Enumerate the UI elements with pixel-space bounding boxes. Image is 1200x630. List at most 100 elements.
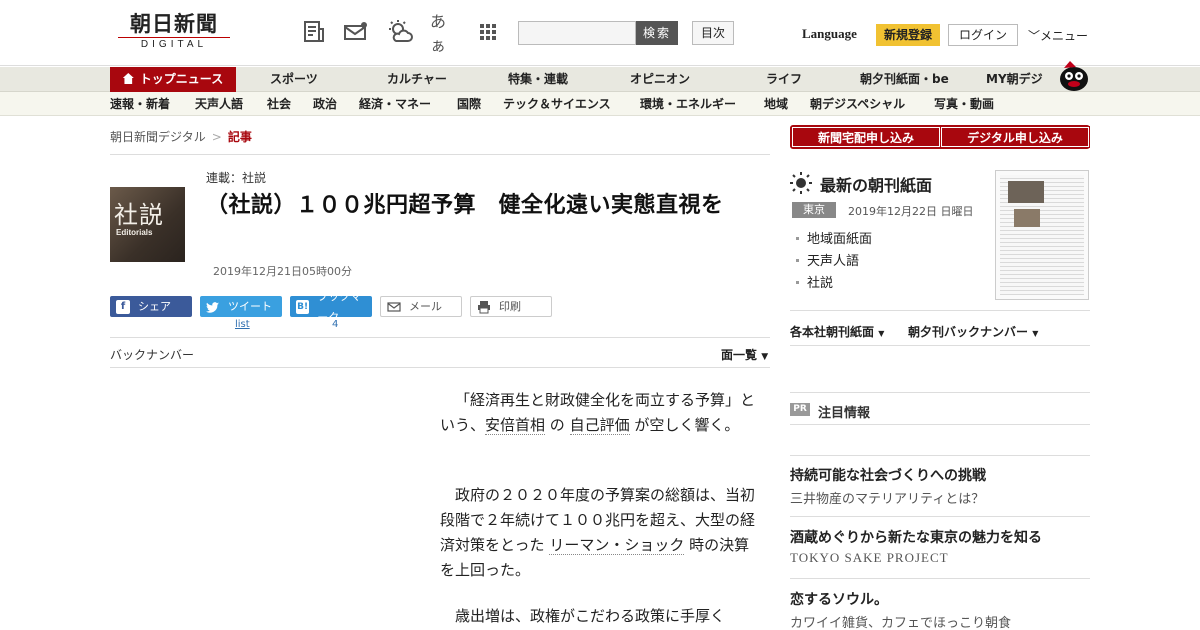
backnumber-dropdown-label: 朝夕刊バックナンバー bbox=[908, 325, 1029, 339]
mail-share-button[interactable]: メール bbox=[380, 296, 462, 317]
ad-title[interactable]: 酒蔵めぐりから新たな東京の魅力を知る bbox=[790, 527, 1042, 547]
ad-title[interactable]: 持続可能な社会づくりへの挑戦 bbox=[790, 465, 986, 485]
divider bbox=[790, 310, 1090, 311]
sub-nav: 速報・新着 天声人語 社会 政治 経済・マネー 国際 テック＆サイエンス 環境・… bbox=[0, 92, 1200, 116]
term-link-abe[interactable]: 安倍首相 bbox=[485, 416, 546, 435]
nav-politics[interactable]: 政治 bbox=[313, 92, 337, 116]
mail-icon[interactable] bbox=[342, 18, 370, 46]
backnumber-dropdown[interactable]: 朝夕刊バックナンバー ▼ bbox=[908, 323, 1038, 340]
nav-region[interactable]: 地域 bbox=[764, 92, 788, 116]
sun-icon bbox=[790, 172, 812, 194]
facebook-share-button[interactable]: f シェア bbox=[110, 296, 192, 317]
edition-badge: 東京 bbox=[792, 202, 836, 218]
logo-japanese: 朝日新聞 bbox=[130, 11, 218, 36]
twitter-tweet-label: ツイート bbox=[228, 300, 272, 313]
logo-english: DIGITAL bbox=[118, 37, 230, 51]
chevron-down-icon: ﹀ bbox=[1028, 29, 1041, 43]
regional-paper-label: 各本社朝刊紙面 bbox=[790, 325, 875, 339]
nav-latest[interactable]: 速報・新着 bbox=[110, 92, 170, 116]
nav-features[interactable]: 特集・連載 bbox=[508, 67, 568, 92]
nav-international[interactable]: 国際 bbox=[457, 92, 481, 116]
divider bbox=[110, 154, 770, 155]
print-label: 印刷 bbox=[499, 300, 521, 313]
divider bbox=[790, 578, 1090, 579]
newspaper-photo bbox=[1008, 181, 1044, 203]
paper-link-editorial[interactable]: 社説 bbox=[796, 272, 833, 291]
page-list-label: 面一覧 bbox=[721, 348, 758, 362]
series-label[interactable]: 連載：社説 bbox=[206, 169, 266, 186]
apps-grid-icon[interactable] bbox=[474, 18, 502, 46]
page: 朝日新聞 DIGITAL あぁ 検索 目次 Language 新規登録 ログイン… bbox=[0, 0, 1200, 630]
ad-subtitle: 三井物産のマテリアリティとは？ bbox=[790, 492, 985, 507]
nav-photo-video[interactable]: 写真・動画 bbox=[934, 92, 994, 116]
nav-society[interactable]: 社会 bbox=[267, 92, 291, 116]
article-title: （社説）１００兆円超予算 健全化遠い実態直視を bbox=[206, 193, 724, 218]
editorial-thumbnail: 社説 Editorials bbox=[110, 187, 185, 262]
menu-button[interactable]: ﹀メニュー bbox=[1028, 27, 1088, 44]
facebook-share-label: シェア bbox=[138, 300, 171, 313]
hatena-count[interactable]: 4 bbox=[332, 319, 338, 330]
search-input[interactable] bbox=[518, 21, 636, 45]
print-button[interactable]: 印刷 bbox=[470, 296, 552, 317]
font-size-icon[interactable]: あぁ bbox=[430, 12, 458, 55]
latest-paper-heading[interactable]: 最新の朝刊紙面 bbox=[820, 172, 932, 196]
thumbnail-kanji: 社説 bbox=[114, 201, 164, 229]
nav-economy[interactable]: 経済・マネー bbox=[359, 92, 431, 116]
divider bbox=[790, 424, 1090, 425]
nav-my-asadigi[interactable]: MY朝デジ bbox=[986, 67, 1043, 92]
nav-tensei-jingo[interactable]: 天声人語 bbox=[195, 92, 243, 116]
newspaper-photo bbox=[1014, 209, 1040, 227]
search-button[interactable]: 検索 bbox=[636, 21, 678, 45]
divider bbox=[110, 367, 770, 368]
weather-icon[interactable] bbox=[386, 18, 414, 46]
newspaper-icon[interactable] bbox=[300, 18, 328, 46]
site-header: 朝日新聞 DIGITAL あぁ 検索 目次 Language 新規登録 ログイン… bbox=[0, 0, 1200, 66]
thumbnail-english: Editorials bbox=[116, 228, 153, 237]
nav-culture[interactable]: カルチャー bbox=[387, 67, 447, 92]
divider bbox=[110, 337, 770, 338]
register-button[interactable]: 新規登録 bbox=[876, 24, 940, 46]
digital-subscribe-button[interactable]: デジタル申し込み bbox=[940, 126, 1090, 148]
ad-title[interactable]: 恋するソウル。 bbox=[790, 589, 888, 609]
backnumber-link[interactable]: バックナンバー bbox=[110, 346, 194, 363]
newspaper-subscribe-button[interactable]: 新聞宅配申し込み bbox=[791, 126, 941, 148]
nav-top-news-label: トップニュース bbox=[139, 72, 224, 86]
paper-link-local[interactable]: 地域面紙面 bbox=[796, 228, 872, 247]
breadcrumb-current: 記事 bbox=[227, 130, 252, 144]
nav-tech-science[interactable]: テック＆サイエンス bbox=[503, 92, 611, 116]
twitter-tweet-button[interactable]: ツイート bbox=[200, 296, 282, 317]
nav-sports[interactable]: スポーツ bbox=[270, 67, 318, 92]
nav-life[interactable]: ライフ bbox=[766, 67, 802, 92]
article-date: 2019年12月21日05時00分 bbox=[213, 265, 352, 278]
caret-down-icon: ▼ bbox=[1032, 329, 1039, 338]
language-link[interactable]: Language bbox=[802, 26, 857, 42]
twitter-icon bbox=[206, 300, 220, 314]
nav-special[interactable]: 朝デジスペシャル bbox=[810, 92, 905, 116]
nav-opinion[interactable]: オピニオン bbox=[630, 67, 690, 92]
nav-environment[interactable]: 環境・エネルギー bbox=[640, 92, 736, 116]
contents-button[interactable]: 目次 bbox=[692, 21, 734, 45]
term-link-lehman-shock[interactable]: リーマン・ショック bbox=[549, 536, 685, 555]
body-text: の bbox=[545, 416, 570, 434]
body-paragraph-2: 政府の２０２０年度の予算案の総額は、当初段階で２年続けて１００兆円を超え、大型の… bbox=[440, 483, 755, 583]
body-paragraph-3: 歳出増は、政権がこだわる政策に手厚く bbox=[455, 607, 726, 625]
breadcrumb-home[interactable]: 朝日新聞デジタル bbox=[110, 130, 206, 144]
term-link-self-evaluation[interactable]: 自己評価 bbox=[569, 416, 630, 435]
newspaper-thumbnail[interactable] bbox=[995, 170, 1089, 300]
hatena-bookmark-button[interactable]: B! ブックマーク bbox=[290, 290, 372, 324]
site-logo[interactable]: 朝日新聞 DIGITAL bbox=[118, 12, 230, 54]
paper-link-tensei-jingo[interactable]: 天声人語 bbox=[796, 250, 859, 269]
caret-down-icon: ▼ bbox=[878, 329, 885, 338]
nav-top-news[interactable]: トップニュース bbox=[110, 67, 236, 92]
pr-badge: PR bbox=[790, 403, 810, 416]
login-button[interactable]: ログイン bbox=[948, 24, 1018, 46]
nav-paper-be[interactable]: 朝夕刊紙面・be bbox=[860, 67, 949, 92]
menu-label: メニュー bbox=[1040, 29, 1089, 43]
breadcrumb-separator: > bbox=[211, 130, 222, 144]
body-paragraph-1: 「経済再生と財政健全化を両立する予算」という、安倍首相 の 自己評価 が空しく響… bbox=[440, 388, 755, 438]
breadcrumb: 朝日新聞デジタル > 記事 bbox=[110, 128, 252, 145]
twitter-list-link[interactable]: list bbox=[235, 319, 250, 330]
divider bbox=[790, 455, 1090, 456]
regional-paper-dropdown[interactable]: 各本社朝刊紙面 ▼ bbox=[790, 323, 884, 340]
page-list-dropdown[interactable]: 面一覧 ▼ bbox=[721, 346, 768, 363]
